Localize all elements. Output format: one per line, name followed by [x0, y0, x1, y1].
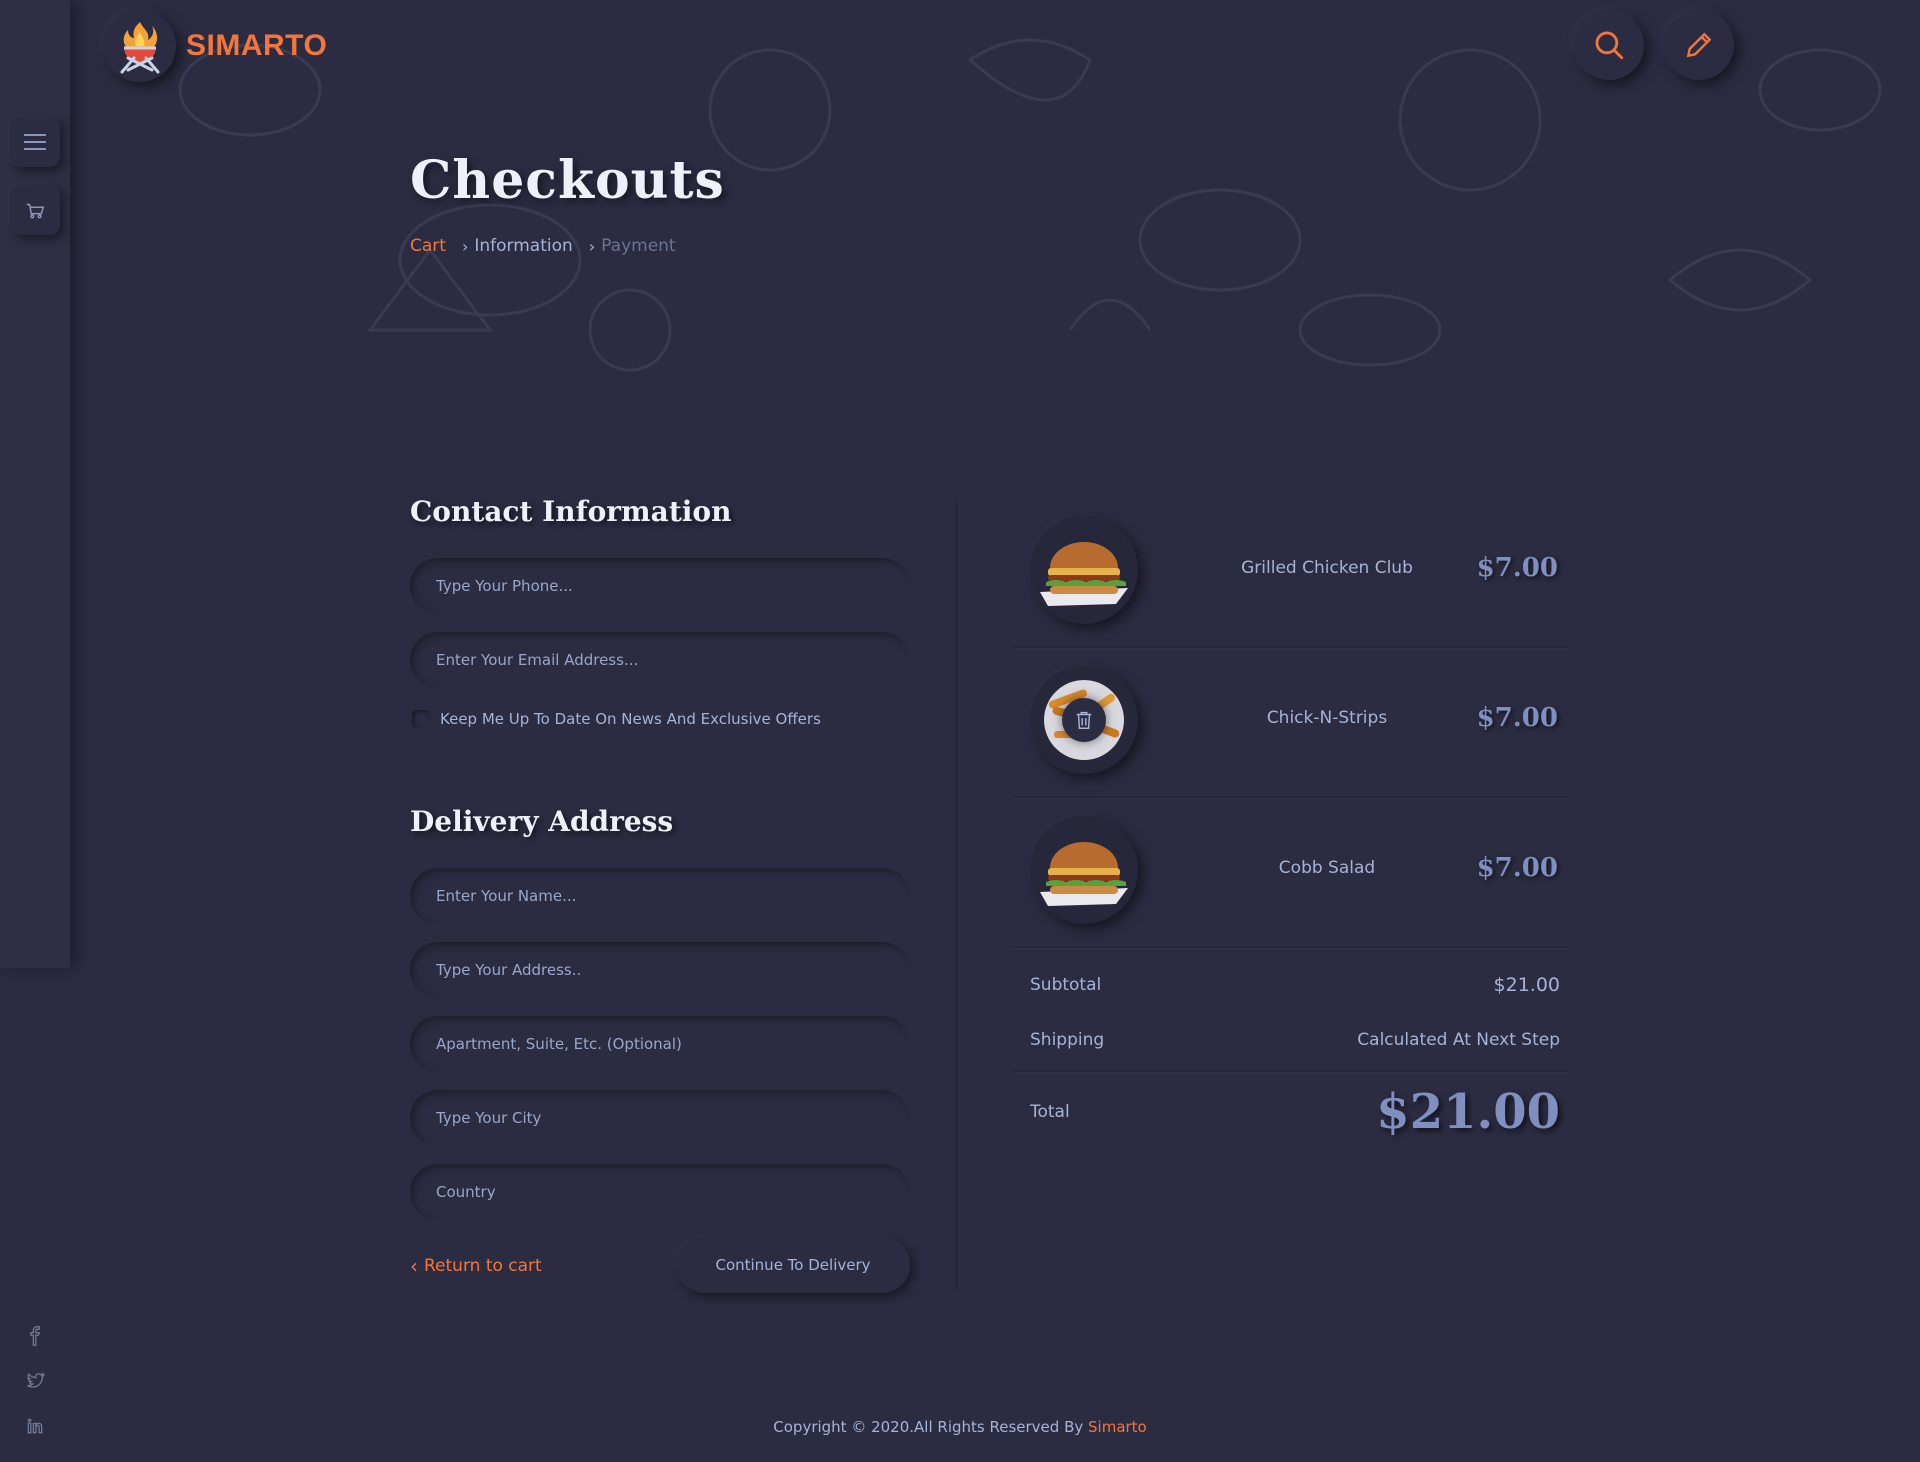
continue-button[interactable]: Continue To Delivery [676, 1237, 910, 1293]
facebook-link[interactable] [0, 1326, 70, 1346]
apartment-field[interactable] [410, 1016, 910, 1072]
shipping-value: Calculated At Next Step [1357, 1030, 1560, 1050]
edit-button[interactable] [1664, 10, 1734, 80]
brand-name: SIMARTO [186, 29, 328, 62]
breadcrumb-information[interactable]: Information [474, 236, 572, 256]
address-field[interactable] [410, 942, 910, 998]
order-item: Grilled Chicken Club $7.00 [1012, 498, 1568, 648]
logo-emblem [104, 10, 176, 82]
breadcrumb-payment: Payment [601, 236, 676, 256]
remove-item-button[interactable] [1062, 698, 1106, 742]
breadcrumb: Cart › Information › Payment [410, 236, 676, 256]
item-price: $7.00 [1476, 553, 1558, 583]
subtotal-label: Subtotal [1030, 975, 1102, 995]
footer-brand-link[interactable]: Simarto [1088, 1418, 1147, 1436]
burger-image [1040, 542, 1128, 606]
contact-title: Contact Information [410, 495, 732, 528]
grill-flame-icon [120, 22, 160, 74]
facebook-icon [30, 1326, 41, 1346]
item-divider [1012, 946, 1568, 948]
cart-icon [26, 203, 45, 219]
chevron-left-icon: ‹ [410, 1254, 418, 1278]
breadcrumb-cart[interactable]: Cart [410, 236, 446, 256]
menu-button[interactable] [10, 117, 60, 167]
newsletter-checkbox[interactable] [412, 710, 430, 728]
shipping-label: Shipping [1030, 1030, 1105, 1050]
hamburger-icon [24, 129, 46, 155]
order-item: Chick-N-Strips $7.00 [1012, 648, 1568, 798]
return-to-cart-link[interactable]: ‹ Return to cart [410, 1254, 542, 1278]
item-image [1030, 516, 1138, 624]
doodle-background [70, 0, 1920, 400]
total-label: Total [1030, 1102, 1070, 1122]
brand-logo[interactable]: SIMARTO [104, 10, 327, 82]
chevron-right-icon: › [461, 236, 469, 256]
total-row: Total $21.00 [1030, 1084, 1560, 1140]
item-price: $7.00 [1476, 703, 1558, 733]
search-icon [1595, 31, 1624, 60]
newsletter-option[interactable]: Keep Me Up To Date On News And Exclusive… [412, 710, 821, 728]
city-field[interactable] [410, 1090, 910, 1146]
delivery-title: Delivery Address [410, 805, 674, 838]
copyright-text: Copyright © 2020.All Rights Reserved By [773, 1418, 1089, 1436]
order-item: Cobb Salad $7.00 [1012, 798, 1568, 948]
column-divider [956, 500, 958, 1290]
page-title: Checkouts [410, 150, 725, 211]
return-label: Return to cart [424, 1256, 542, 1276]
chevron-right-icon: › [588, 236, 596, 256]
cart-button[interactable] [10, 185, 60, 235]
item-image [1030, 816, 1138, 924]
item-name: Cobb Salad [1278, 858, 1376, 878]
pencil-icon [1686, 32, 1712, 58]
burger-image [1040, 842, 1128, 906]
item-name: Grilled Chicken Club [1241, 558, 1413, 578]
summary-divider [1012, 1070, 1568, 1072]
item-price: $7.00 [1476, 853, 1558, 883]
twitter-icon [27, 1372, 45, 1388]
side-rail [0, 0, 70, 968]
name-field[interactable] [410, 868, 910, 924]
twitter-link[interactable] [0, 1371, 70, 1391]
trash-icon [1076, 711, 1092, 729]
subtotal-row: Subtotal $21.00 [1030, 974, 1560, 996]
shipping-row: Shipping Calculated At Next Step [1030, 1030, 1560, 1050]
subtotal-value: $21.00 [1493, 974, 1560, 996]
search-button[interactable] [1574, 10, 1644, 80]
item-name: Chick-N-Strips [1266, 708, 1388, 728]
phone-field[interactable] [410, 558, 910, 614]
country-field[interactable] [410, 1164, 910, 1220]
total-value: $21.00 [1376, 1084, 1560, 1140]
footer: Copyright © 2020.All Rights Reserved By … [0, 1418, 1920, 1436]
newsletter-label: Keep Me Up To Date On News And Exclusive… [440, 710, 821, 728]
email-field[interactable] [410, 632, 910, 688]
